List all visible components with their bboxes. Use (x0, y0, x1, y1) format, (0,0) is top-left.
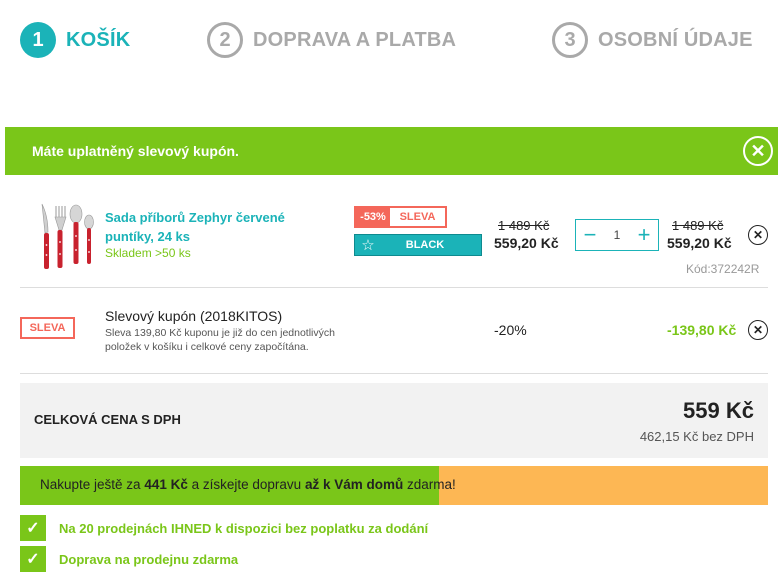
message-part: zdarma! (403, 477, 456, 492)
step-cart[interactable]: 1 KOŠÍK (20, 22, 130, 58)
coupon-amount: -139,80 Kč (667, 322, 737, 338)
cart-item-row: Sada příborů Zephyr červené puntíky, 24 … (20, 176, 768, 288)
unit-price-new: 559,20 Kč (494, 235, 559, 251)
coupon-percent: -20% (494, 322, 527, 338)
benefit-text: Na 20 prodejnách IHNED k dispozici bez p… (59, 520, 429, 536)
stock-status: Skladem >50 ks (105, 246, 191, 260)
banner-text: Máte uplatněný slevový kupón. (32, 143, 239, 159)
coupon-tag: SLEVA (20, 317, 75, 339)
check-icon: ✓ (20, 515, 46, 541)
step-label: KOŠÍK (66, 28, 131, 51)
total-price: 559 Kč (683, 398, 754, 423)
step-number: 1 (20, 22, 56, 58)
quantity-stepper: − 1 + (575, 219, 659, 251)
close-circle-icon[interactable]: ✕ (748, 225, 768, 245)
discount-percent: -53% (356, 208, 390, 226)
plus-icon[interactable]: + (630, 220, 658, 250)
coupon-row: SLEVA Slevový kupón (2018KITOS) Sleva 13… (20, 290, 768, 374)
product-name-link[interactable]: Sada příborů Zephyr červené puntíky, 24 … (105, 208, 320, 246)
total-ex-vat: 462,15 Kč bez DPH (639, 429, 754, 444)
benefit-text: Doprava na prodejnu zdarma (59, 551, 239, 567)
step-label: OSOBNÍ ÚDAJE (598, 28, 753, 51)
step-number: 2 (207, 22, 243, 58)
delivery-destination: až k Vám domů (304, 477, 404, 492)
check-icon: ✓ (20, 546, 46, 572)
step-label: DOPRAVA A PLATBA (253, 28, 457, 51)
minus-icon[interactable]: − (576, 220, 604, 250)
close-circle-icon[interactable]: ✕ (748, 320, 768, 340)
step-number: 3 (552, 22, 588, 58)
benefit-item: ✓ Doprava na prodejnu zdarma (20, 546, 238, 572)
star-icon: ☆ (361, 237, 375, 254)
total-label: CELKOVÁ CENA S DPH (34, 412, 181, 427)
benefit-item: ✓ Na 20 prodejnách IHNED k dispozici bez… (20, 515, 428, 541)
coupon-description: Sleva 139,80 Kč kuponu je již do cen jed… (105, 327, 335, 353)
product-thumbnail[interactable] (32, 200, 98, 274)
sale-badge: -53% SLEVA (354, 206, 447, 228)
close-icon[interactable]: ✕ (743, 136, 773, 166)
step-personal-details[interactable]: 3 OSOBNÍ ÚDAJE (552, 22, 753, 58)
product-code: Kód:372242R (686, 262, 760, 276)
unit-price-old: 1 489 Kč (498, 218, 550, 233)
remaining-amount: 441 Kč (144, 477, 188, 492)
coupon-name: Slevový kupón (2018KITOS) (105, 308, 283, 324)
quantity-input[interactable]: 1 (604, 228, 630, 242)
message-part: a získejte dopravu (187, 477, 305, 492)
order-total: CELKOVÁ CENA S DPH 559 Kč 462,15 Kč bez … (20, 383, 768, 458)
line-total-old: 1 489 Kč (672, 218, 724, 233)
black-label: BLACK (405, 239, 445, 251)
line-total-new: 559,20 Kč (667, 235, 732, 251)
free-shipping-message: Nakupte ještě za 441 Kč a získejte dopra… (40, 477, 456, 492)
message-part: Nakupte ještě za (40, 477, 145, 492)
black-badge: ☆ BLACK (354, 234, 482, 256)
coupon-applied-banner: Máte uplatněný slevový kupón. ✕ (5, 127, 778, 175)
step-shipping-payment[interactable]: 2 DOPRAVA A PLATBA (207, 22, 456, 58)
sale-label: SLEVA (399, 211, 436, 223)
free-shipping-progress: Nakupte ještě za 441 Kč a získejte dopra… (20, 466, 768, 505)
